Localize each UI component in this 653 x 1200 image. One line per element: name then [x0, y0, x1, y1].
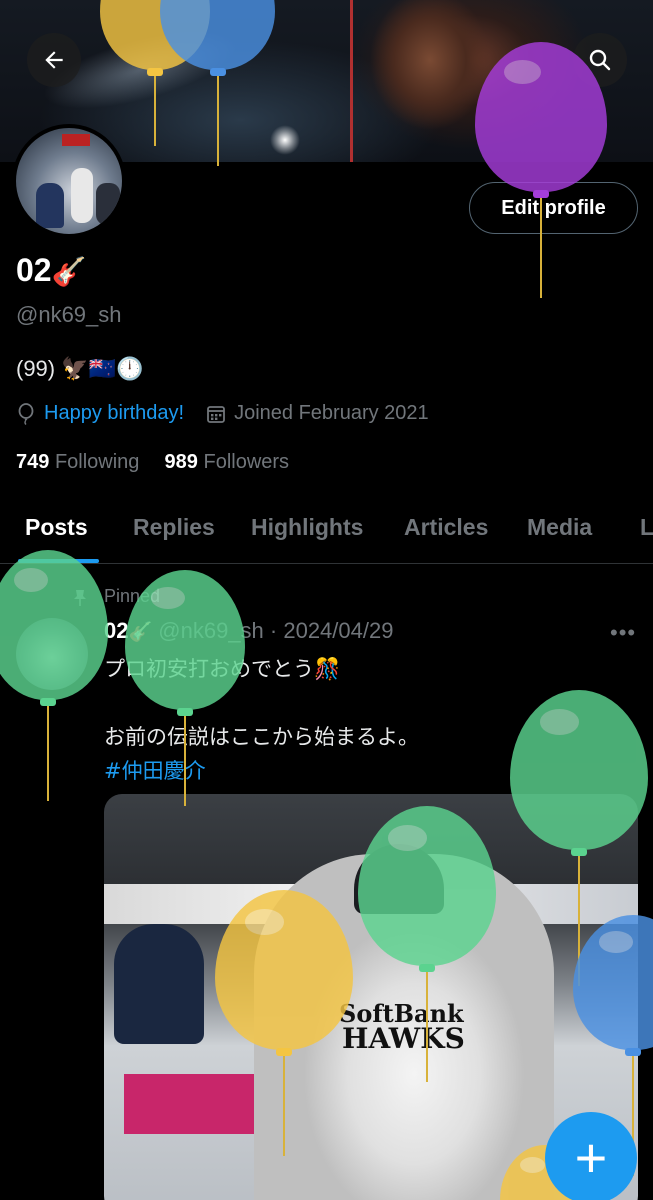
following-count: 749: [16, 451, 50, 473]
back-arrow-icon: [45, 51, 63, 69]
profile-stats: 749 Following 989 Followers: [16, 451, 289, 474]
profile-meta: Happy birthday! Joined February 2021: [16, 402, 429, 425]
tab-likes[interactable]: L: [640, 514, 653, 541]
profile-avatar[interactable]: [12, 124, 126, 238]
post-line-2: お前の伝説はここから始まるよ。: [104, 725, 419, 749]
guitar-emoji: 🎸: [51, 256, 87, 287]
search-icon: [589, 49, 611, 71]
jersey-text-2: HAWKS: [342, 1022, 465, 1055]
tab-articles[interactable]: Articles: [404, 514, 488, 541]
tab-replies[interactable]: Replies: [133, 514, 215, 541]
joined-date: Joined February 2021: [234, 402, 429, 424]
plus-icon: +: [574, 1126, 608, 1189]
back-button[interactable]: [27, 33, 81, 87]
profile-tabs: Posts Replies Highlights Articles Media …: [0, 500, 653, 564]
following-label: Following: [54, 451, 140, 473]
profile-name-text: 02: [16, 252, 52, 288]
post-hashtag[interactable]: #仲田慶介: [104, 754, 419, 788]
profile-bio: (99) 🦅🇳🇿🕛: [16, 356, 144, 381]
more-icon[interactable]: •••: [610, 620, 636, 646]
tab-posts[interactable]: Posts: [25, 514, 88, 541]
following-link[interactable]: 749 Following: [16, 451, 139, 473]
calendar-icon: [207, 405, 225, 423]
tab-highlights[interactable]: Highlights: [251, 514, 363, 541]
birthday-link[interactable]: Happy birthday!: [44, 402, 184, 425]
followers-link[interactable]: 989 Followers: [165, 451, 290, 473]
profile-name: 02🎸: [16, 252, 86, 289]
profile-handle: @nk69_sh: [16, 302, 122, 327]
followers-count: 989: [164, 451, 198, 473]
compose-button[interactable]: +: [545, 1112, 637, 1200]
balloon-icon: [18, 402, 34, 425]
tab-media[interactable]: Media: [527, 514, 592, 541]
followers-label: Followers: [203, 451, 290, 473]
